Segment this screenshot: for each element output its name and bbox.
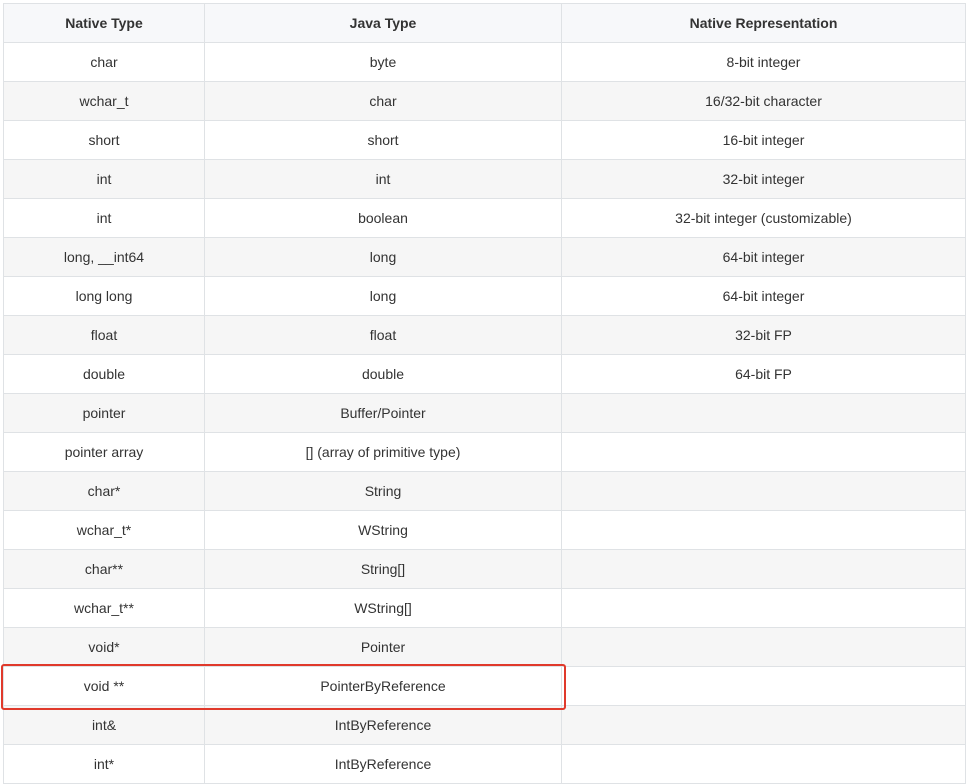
cell-native-type: wchar_t* — [3, 510, 205, 550]
table-row: char* String — [3, 471, 966, 511]
cell-java-type: double — [204, 354, 562, 394]
header-native-type: Native Type — [3, 3, 205, 43]
cell-native-representation: 16/32-bit character — [561, 81, 966, 121]
cell-native-type: int — [3, 198, 205, 238]
cell-java-type: int — [204, 159, 562, 199]
cell-java-type: long — [204, 237, 562, 277]
table-row: char byte 8-bit integer — [3, 42, 966, 82]
table-row: void* Pointer — [3, 627, 966, 667]
table-row: wchar_t** WString[] — [3, 588, 966, 628]
cell-native-representation: 32-bit integer — [561, 159, 966, 199]
cell-native-representation — [561, 393, 966, 433]
table-row: int boolean 32-bit integer (customizable) — [3, 198, 966, 238]
cell-native-representation: 64-bit FP — [561, 354, 966, 394]
header-native-representation: Native Representation — [561, 3, 966, 43]
table-header: Native Type Java Type Native Representat… — [3, 3, 966, 43]
table-row: float float 32-bit FP — [3, 315, 966, 355]
cell-native-type: char** — [3, 549, 205, 589]
cell-native-representation: 64-bit integer — [561, 237, 966, 277]
cell-java-type: String — [204, 471, 562, 511]
cell-java-type: char — [204, 81, 562, 121]
table-row: wchar_t* WString — [3, 510, 966, 550]
cell-native-type: wchar_t — [3, 81, 205, 121]
cell-native-type: int* — [3, 744, 205, 784]
table-row: pointer Buffer/Pointer — [3, 393, 966, 433]
cell-native-type: int — [3, 159, 205, 199]
cell-java-type: boolean — [204, 198, 562, 238]
cell-java-type: Pointer — [204, 627, 562, 667]
cell-native-representation: 16-bit integer — [561, 120, 966, 160]
cell-native-type: void ** — [3, 666, 205, 706]
cell-native-representation: 64-bit integer — [561, 276, 966, 316]
cell-java-type: IntByReference — [204, 744, 562, 784]
cell-java-type: String[] — [204, 549, 562, 589]
cell-native-representation — [561, 471, 966, 511]
cell-native-type: char — [3, 42, 205, 82]
header-java-type: Java Type — [204, 3, 562, 43]
cell-java-type: short — [204, 120, 562, 160]
cell-native-type: int& — [3, 705, 205, 745]
cell-native-representation — [561, 627, 966, 667]
cell-native-type: char* — [3, 471, 205, 511]
cell-java-type: byte — [204, 42, 562, 82]
cell-java-type: WString — [204, 510, 562, 550]
table-row: long long long 64-bit integer — [3, 276, 966, 316]
cell-native-representation: 32-bit FP — [561, 315, 966, 355]
cell-java-type: WString[] — [204, 588, 562, 628]
cell-native-representation — [561, 549, 966, 589]
cell-java-type: Buffer/Pointer — [204, 393, 562, 433]
cell-native-representation — [561, 510, 966, 550]
table-row: int* IntByReference — [3, 744, 966, 784]
table-row: void ** PointerByReference — [3, 666, 966, 706]
table-row: char** String[] — [3, 549, 966, 589]
cell-native-type: wchar_t** — [3, 588, 205, 628]
cell-java-type: long — [204, 276, 562, 316]
cell-java-type: float — [204, 315, 562, 355]
cell-native-type: double — [3, 354, 205, 394]
table-body: char byte 8-bit integer wchar_t char 16/32-bi… — [3, 42, 966, 784]
type-mapping-table-container: Native Type Java Type Native Representat… — [3, 3, 966, 784]
table-row: int int 32-bit integer — [3, 159, 966, 199]
cell-native-type: pointer array — [3, 432, 205, 472]
table-row: double double 64-bit FP — [3, 354, 966, 394]
cell-native-representation — [561, 666, 966, 706]
cell-native-type: float — [3, 315, 205, 355]
table-row: int& IntByReference — [3, 705, 966, 745]
type-mapping-table: Native Type Java Type Native Representat… — [3, 3, 966, 784]
cell-native-representation — [561, 705, 966, 745]
cell-native-type: pointer — [3, 393, 205, 433]
cell-native-representation — [561, 432, 966, 472]
table-row: wchar_t char 16/32-bit character — [3, 81, 966, 121]
cell-native-representation — [561, 588, 966, 628]
cell-java-type: IntByReference — [204, 705, 562, 745]
cell-native-representation: 8-bit integer — [561, 42, 966, 82]
table-row: pointer array[] (array of primitive type… — [3, 432, 966, 472]
cell-native-type: short — [3, 120, 205, 160]
cell-native-type: long long — [3, 276, 205, 316]
cell-native-representation: 32-bit integer (customizable) — [561, 198, 966, 238]
cell-java-type: PointerByReference — [204, 666, 562, 706]
header-row: Native Type Java Type Native Representat… — [3, 3, 966, 43]
cell-java-type: [] (array of primitive type) — [204, 432, 562, 472]
cell-native-type: long, __int64 — [3, 237, 205, 277]
table-row: short short 16-bit integer — [3, 120, 966, 160]
cell-native-representation — [561, 744, 966, 784]
cell-native-type: void* — [3, 627, 205, 667]
table-row: long, __int64 long 64-bit integer — [3, 237, 966, 277]
